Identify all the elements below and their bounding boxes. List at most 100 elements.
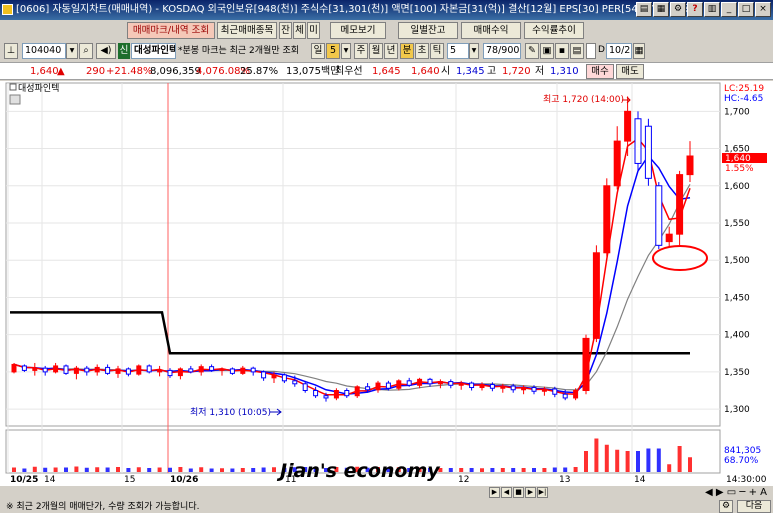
x-tick-label: 12 xyxy=(458,475,469,485)
candle-body xyxy=(375,382,381,391)
chart-menu-icon[interactable] xyxy=(9,94,21,105)
chart-legend: 대성파인텍 xyxy=(18,83,59,94)
search-icon[interactable]: ⌕ xyxy=(79,43,93,59)
period-second-button[interactable]: 초 xyxy=(415,43,429,59)
export-icon[interactable]: ▤ xyxy=(570,43,584,59)
settings-icon[interactable]: ⚙ xyxy=(670,2,686,17)
interval-chevron-icon[interactable]: ▾ xyxy=(469,43,479,59)
quote-volume: 8,096,359 xyxy=(150,66,201,77)
close-icon[interactable]: × xyxy=(755,2,771,17)
calendar-icon[interactable]: ▦ xyxy=(633,43,645,59)
date-checkbox[interactable] xyxy=(586,43,596,59)
recent-items-button[interactable]: 최근매매종목 xyxy=(217,22,277,39)
x-tick-label: 13 xyxy=(559,475,570,485)
volume-bar xyxy=(12,467,16,472)
memo-button[interactable]: 메모보기 xyxy=(330,22,386,39)
volume-bar xyxy=(209,468,214,472)
sell-button[interactable]: 매도 xyxy=(616,64,644,79)
daily-balance-button[interactable]: 일별잔고 xyxy=(398,22,458,39)
candle-body xyxy=(344,390,350,397)
candle-body xyxy=(613,140,621,187)
x-tick-label: 15 xyxy=(124,475,135,485)
volume-bar xyxy=(594,438,599,472)
candle-body xyxy=(250,367,256,373)
end-icon[interactable]: ▶| xyxy=(537,487,548,498)
trade-profit-button[interactable]: 매매수익 xyxy=(461,22,521,39)
interval-select[interactable]: 5 xyxy=(447,43,469,59)
grid-icon[interactable]: ▦ xyxy=(653,2,669,17)
pin-icon[interactable]: ⊥ xyxy=(4,43,18,59)
candle-body xyxy=(592,252,600,339)
volume-bar xyxy=(511,468,516,472)
buy-button[interactable]: 매수 xyxy=(586,64,614,79)
date-input[interactable]: 10/26 xyxy=(606,43,632,59)
layout-icon[interactable]: ▤ xyxy=(636,2,652,17)
date-check-label: D xyxy=(598,45,605,55)
quote-price: 1,640 xyxy=(30,66,59,77)
period-month-button[interactable]: 월 xyxy=(369,43,383,59)
quote-amount: 13,075백만 xyxy=(286,66,340,77)
volume-bar xyxy=(448,468,453,472)
maximize-icon[interactable]: □ xyxy=(738,2,754,17)
candle-body xyxy=(167,369,173,377)
color-icon[interactable]: ▣ xyxy=(540,43,554,59)
period-year-button[interactable]: 년 xyxy=(384,43,398,59)
window-title: [0606] 자동일지차트(매매내역) - KOSDAQ 외국인보유[948(천… xyxy=(16,4,698,15)
help-icon[interactable]: ? xyxy=(687,2,703,17)
axis-time-label: 14:30:00 xyxy=(726,475,767,485)
tab-balance[interactable]: 잔 xyxy=(279,22,292,39)
period-day-button[interactable]: 일 xyxy=(311,43,325,59)
volume-label: 841,305 xyxy=(724,446,761,456)
step-forward-icon[interactable]: ▶ xyxy=(525,487,536,498)
volume-bar xyxy=(272,467,276,472)
volume-bar xyxy=(157,467,162,472)
candle-body xyxy=(644,125,652,179)
gear-icon[interactable]: ⚙ xyxy=(719,500,733,513)
period-minute-button[interactable]: 분 xyxy=(400,43,414,59)
candle-body xyxy=(510,385,516,391)
volume-bar xyxy=(500,468,505,472)
app-icon xyxy=(2,4,13,15)
candle-body xyxy=(552,388,558,395)
code-dropdown-chevron-icon[interactable]: ▾ xyxy=(66,43,78,59)
next-button[interactable]: 다음 xyxy=(737,500,771,513)
volume-bar xyxy=(199,467,204,472)
candle-body xyxy=(73,367,79,374)
volume-bar xyxy=(84,467,89,472)
candle-body xyxy=(624,110,632,142)
save-icon[interactable]: ▪ xyxy=(555,43,569,59)
tab-execution[interactable]: 체 xyxy=(293,22,306,39)
zoom-controls[interactable]: ◀ ▶ ▭ ─ + A xyxy=(705,487,767,499)
print-icon[interactable]: ▥ xyxy=(704,2,720,17)
count-field[interactable]: 78/900 xyxy=(483,43,521,59)
tool-icon[interactable]: ✎ xyxy=(525,43,539,59)
x-tick-label: 10/26 xyxy=(170,475,198,485)
candlestick-chart[interactable]: 1,3001,3501,4001,4501,5001,5501,6001,650… xyxy=(0,81,773,486)
period-tick-button[interactable]: 틱 xyxy=(430,43,444,59)
volume-bar xyxy=(230,468,235,472)
stock-code-input[interactable]: 104040 xyxy=(22,43,66,59)
candle-body xyxy=(655,185,663,246)
candle-body xyxy=(365,386,371,391)
play-icon[interactable]: ▶ xyxy=(489,487,500,498)
period-chevron-icon[interactable]: ▾ xyxy=(341,43,351,59)
candle-body xyxy=(146,365,152,373)
candle-body xyxy=(32,367,38,371)
return-trend-button[interactable]: 수익률추이 xyxy=(524,22,584,39)
x-tick-label: 14 xyxy=(634,475,646,485)
minimize-icon[interactable]: _ xyxy=(721,2,737,17)
candle-body xyxy=(521,387,527,391)
sound-icon[interactable]: ◀) xyxy=(96,43,116,59)
candle-body xyxy=(136,365,142,375)
volume-bar xyxy=(168,467,172,472)
tab-pending[interactable]: 미 xyxy=(307,22,320,39)
chart-area[interactable]: 1,300 1,350 1,400 1,450 1,500 1,550 1,600 1,650… xyxy=(0,81,773,486)
step-back-icon[interactable]: ◀ xyxy=(501,487,512,498)
trade-mark-button[interactable]: 매매마크/내역 조회 xyxy=(127,22,215,39)
period-week-button[interactable]: 주 xyxy=(354,43,368,59)
candle-body xyxy=(469,382,475,389)
candle-body xyxy=(261,371,267,379)
period-value-field[interactable]: 5 xyxy=(326,43,340,59)
market-tag: 신 xyxy=(118,43,130,59)
pause-icon[interactable]: ■ xyxy=(513,487,524,498)
